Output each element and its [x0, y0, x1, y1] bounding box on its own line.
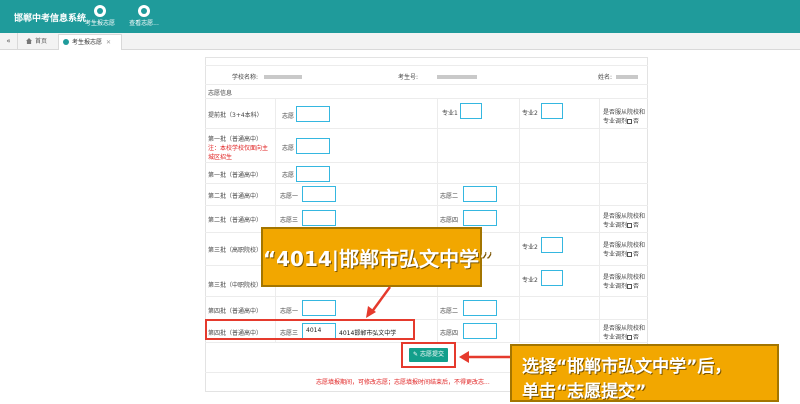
choice-input[interactable]: [296, 166, 330, 182]
choice2-label: 志愿二: [440, 193, 459, 200]
footer-notice: 志愿填报期间，可修改志愿；志愿填报时间结束后，不得更改志...: [316, 379, 490, 386]
system-title: 邯郸中考信息系统: [14, 14, 87, 24]
adjust-label-2: 专业调剂否: [603, 118, 640, 125]
row-divider: [205, 296, 648, 297]
choice-input[interactable]: [296, 138, 330, 154]
top-header: 邯郸中考信息系统 考生报志愿 查看志愿...: [0, 0, 800, 33]
choice4-label: 志愿四: [440, 217, 459, 224]
adjust-label-2: 专业调剂否: [603, 334, 640, 341]
batch-label: 第一批（普通高中）: [208, 136, 263, 143]
row-divider: [205, 128, 648, 129]
nav-apply-volunteer[interactable]: 考生报志愿: [78, 2, 122, 32]
major1-input[interactable]: [460, 103, 482, 119]
name-redacted: [616, 74, 638, 81]
major2-label: 专业2: [522, 277, 538, 284]
choice1-input[interactable]: [302, 186, 336, 202]
col-divider: [437, 98, 438, 342]
tab-bar: « 首页 考生报志愿 ✕: [0, 33, 800, 50]
adjust-label: 是否服从院校和: [603, 109, 646, 116]
choice2-input[interactable]: [463, 300, 497, 316]
name-label: 姓名:: [598, 74, 613, 81]
leaf-icon: [94, 5, 106, 17]
leaf-icon: [138, 5, 150, 17]
batch-label: 第二批（普通高中）: [208, 217, 263, 224]
adjust-label: 是否服从院校和: [603, 325, 646, 332]
row-divider: [205, 98, 648, 99]
row-divider: [205, 84, 648, 85]
nav-view-volunteer[interactable]: 查看志愿...: [122, 2, 166, 32]
choice2-label: 志愿二: [440, 308, 459, 315]
tab-home-label: 首页: [35, 38, 48, 45]
tab-apply-label: 考生报志愿: [72, 39, 103, 46]
school-callout: “4014|邯郸市弘文中学”: [261, 227, 493, 287]
major2-input[interactable]: [541, 103, 563, 119]
choice1-input[interactable]: [302, 300, 336, 316]
batch-label: 第三批（中职院校）: [208, 282, 263, 289]
row-divider: [205, 162, 648, 163]
major2-label: 专业2: [522, 244, 538, 251]
batch-label: 第一批（普通高中）: [208, 172, 263, 179]
highlight-frame: [205, 319, 415, 340]
instruction-line-1: 选择“邯郸市弘文中学”后，: [522, 357, 732, 377]
batch-label: 第三批（高职院校）: [208, 247, 263, 254]
adjust-checkbox[interactable]: [627, 252, 633, 257]
choice4-label: 志愿四: [440, 330, 459, 337]
tab-home[interactable]: 首页: [22, 34, 56, 50]
adjust-label-2: 专业调剂否: [603, 222, 640, 229]
close-icon[interactable]: ✕: [106, 39, 111, 46]
col-divider: [599, 98, 600, 342]
leaf-icon: [63, 39, 69, 45]
row-divider: [205, 205, 648, 206]
home-icon: [26, 38, 32, 44]
adjust-label: 是否服从院校和: [603, 274, 646, 281]
adjust-checkbox[interactable]: [627, 119, 633, 124]
choice4-input[interactable]: [463, 210, 497, 226]
choice1-label: 志愿一: [280, 193, 299, 200]
choice2-input[interactable]: [463, 186, 497, 202]
row-divider: [205, 65, 648, 66]
major1-label: 专业1: [442, 110, 458, 117]
tab-apply-volunteer[interactable]: 考生报志愿 ✕: [58, 34, 122, 50]
batch-note-2: 城区招生: [208, 154, 233, 161]
choice3-label: 志愿三: [280, 217, 299, 224]
choice-label: 志愿: [282, 172, 295, 179]
batch-label: 第四批（普通高中）: [208, 308, 263, 315]
instruction-callout: 选择“邯郸市弘文中学”后， 单击“志愿提交”: [510, 344, 779, 402]
row-divider: [205, 183, 648, 184]
nav-view-label: 查看志愿...: [129, 20, 159, 27]
choice-label: 志愿: [282, 113, 295, 120]
major2-input[interactable]: [541, 270, 563, 286]
major2-label: 专业2: [522, 110, 538, 117]
school-value-redacted: [264, 74, 302, 81]
choice4-input[interactable]: [463, 323, 497, 339]
section-title: 志愿信息: [208, 90, 233, 97]
choice1-label: 志愿一: [280, 308, 299, 315]
exam-no-redacted: [437, 74, 477, 81]
exam-no-label: 考生号:: [398, 74, 419, 81]
adjust-label: 是否服从院校和: [603, 242, 646, 249]
choice-input[interactable]: [296, 106, 330, 122]
school-label: 学校名称:: [232, 74, 259, 81]
choice-label: 志愿: [282, 145, 295, 152]
submit-highlight-frame: [401, 342, 456, 368]
double-chevron-left-icon[interactable]: «: [0, 33, 18, 50]
adjust-checkbox[interactable]: [627, 223, 633, 228]
col-divider: [275, 98, 276, 342]
adjust-checkbox[interactable]: [627, 335, 633, 340]
adjust-checkbox[interactable]: [627, 284, 633, 289]
adjust-label-2: 专业调剂否: [603, 283, 640, 290]
school-callout-text: “4014|邯郸市弘文中学”: [263, 247, 493, 271]
col-divider: [519, 98, 520, 342]
nav-apply-label: 考生报志愿: [84, 20, 115, 27]
batch-label: 第二批（普通高中）: [208, 193, 263, 200]
batch-label: 提前批（3+4本科）: [208, 112, 263, 119]
choice3-input[interactable]: [302, 210, 336, 226]
adjust-label-2: 专业调剂否: [603, 251, 640, 258]
instruction-line-2: 单击“志愿提交”: [522, 382, 647, 402]
adjust-label: 是否服从院校和: [603, 213, 646, 220]
batch-note: 注：本校学校仅面向主: [208, 145, 269, 152]
major2-input[interactable]: [541, 237, 563, 253]
